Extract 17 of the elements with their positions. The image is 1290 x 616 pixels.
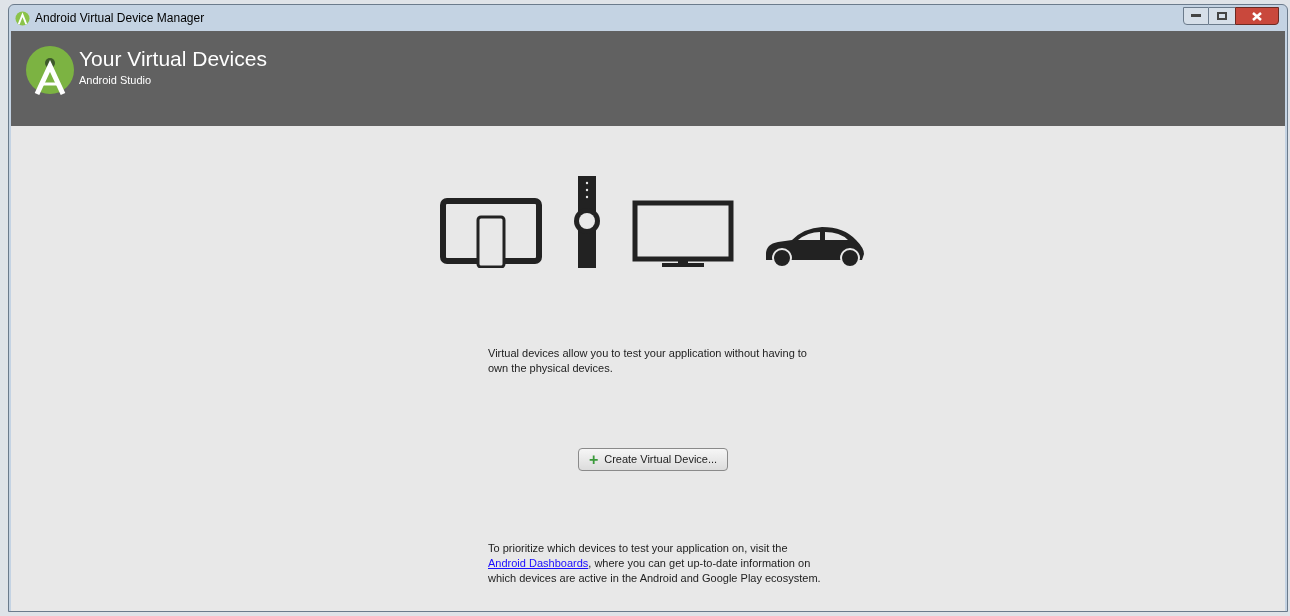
header-subtitle: Android Studio (79, 73, 153, 88)
app-icon (15, 10, 30, 26)
maximize-icon (1217, 12, 1227, 20)
intro-text: Virtual devices allow you to test your application without having to own the physical devices. (488, 346, 808, 376)
watch-icon (572, 176, 602, 268)
android-studio-logo (25, 46, 75, 96)
window-title: Android Virtual Device Manager (35, 10, 205, 27)
header-title: Your Virtual Devices (79, 46, 267, 72)
close-icon (1252, 11, 1262, 21)
minimize-button[interactable] (1183, 7, 1209, 25)
close-button[interactable] (1235, 7, 1279, 25)
dashboards-info-text: To prioritize which devices to test your application on, visit the Android Dashboards, where you can get up-to-date information on which devices are active in the Android and Google Play ecosystem. (488, 541, 822, 586)
tv-icon (632, 200, 734, 268)
minimize-icon (1191, 14, 1201, 18)
create-virtual-device-button[interactable]: + Create Virtual Device... (577, 448, 729, 471)
plus-icon: + (588, 451, 599, 468)
maximize-button[interactable] (1209, 7, 1235, 25)
